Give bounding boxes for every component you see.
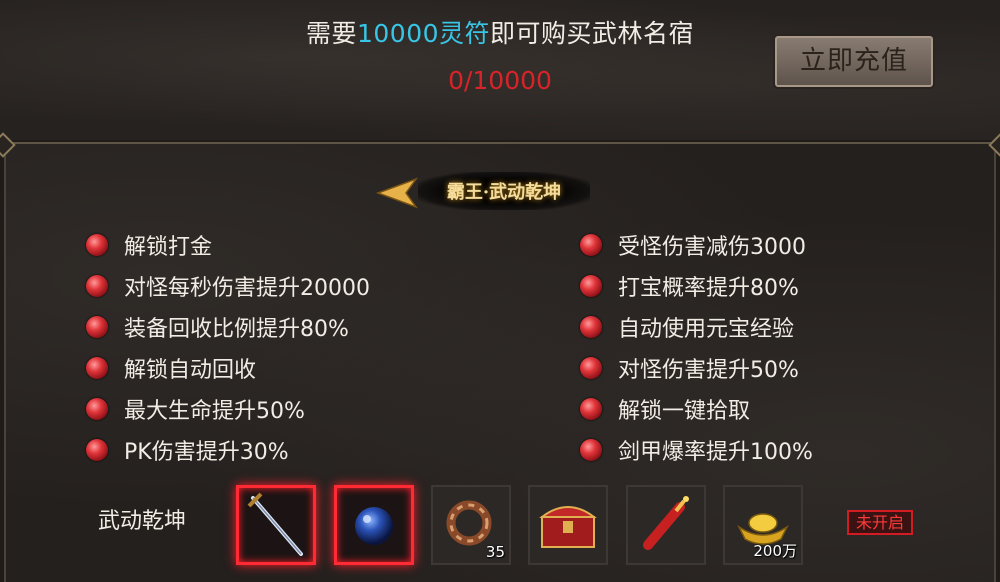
reward-slot-firecracker[interactable] — [626, 485, 706, 565]
benefit-text: PK伤害提升30% — [124, 439, 289, 465]
benefit-item: 对怪伤害提升50% — [580, 347, 813, 388]
benefit-item: 最大生命提升50% — [86, 388, 370, 429]
requirement-prefix: 需要 — [305, 19, 357, 48]
benefit-text: 解锁自动回收 — [124, 357, 257, 383]
requirement-amount: 10000灵符 — [356, 19, 491, 48]
status-badge: 未开启 — [847, 510, 913, 535]
bullet-icon — [580, 356, 602, 379]
reward-slot-sword[interactable] — [236, 485, 316, 565]
benefit-item: 解锁一键拾取 — [580, 388, 813, 429]
reward-slot-ring[interactable]: 35 — [431, 485, 511, 565]
benefit-list-left: 解锁打金 对怪每秒伤害提升20000 装备回收比例提升80% 解锁自动回收 最大… — [86, 224, 370, 470]
item-count: 200万 — [753, 542, 797, 560]
tier-title: 霸王·武动乾坤 — [446, 182, 562, 203]
purchase-header: 需要10000灵符即可购买武林名宿 0/10000 立即充值 — [0, 0, 1000, 140]
benefit-text: 自动使用元宝经验 — [618, 316, 795, 342]
benefit-text: 装备回收比例提升80% — [124, 316, 349, 342]
benefit-item: PK伤害提升30% — [86, 429, 370, 470]
bullet-icon — [580, 397, 602, 420]
bullet-icon — [86, 397, 108, 420]
reward-slot-gold[interactable]: 200万 — [723, 485, 803, 565]
back-arrow-icon[interactable] — [376, 177, 420, 209]
benefit-item: 对怪每秒伤害提升20000 — [86, 265, 370, 306]
reward-slot-orb[interactable] — [334, 485, 414, 565]
bullet-icon — [86, 315, 108, 338]
reward-slot-chest[interactable] — [528, 485, 608, 565]
recharge-button[interactable]: 立即充值 — [773, 34, 935, 89]
benefit-item: 解锁打金 — [86, 224, 370, 265]
benefit-item: 装备回收比例提升80% — [86, 306, 370, 347]
benefit-item: 自动使用元宝经验 — [580, 306, 813, 347]
benefit-item: 受怪伤害减伤3000 — [580, 224, 813, 265]
benefit-text: 解锁一键拾取 — [618, 398, 751, 424]
benefit-text: 剑甲爆率提升100% — [618, 439, 813, 465]
bullet-icon — [580, 315, 602, 338]
bullet-icon — [86, 274, 108, 297]
benefit-text: 解锁打金 — [124, 234, 213, 260]
treasure-chest-icon — [539, 506, 597, 548]
bullet-icon — [86, 438, 108, 461]
bullet-icon — [580, 438, 602, 461]
bullet-icon — [86, 356, 108, 379]
benefit-list-right: 受怪伤害减伤3000 打宝概率提升80% 自动使用元宝经验 对怪伤害提升50% … — [580, 224, 813, 470]
benefit-text: 对怪伤害提升50% — [618, 357, 799, 383]
benefit-item: 剑甲爆率提升100% — [580, 429, 813, 470]
bullet-icon — [86, 233, 108, 256]
benefit-text: 对怪每秒伤害提升20000 — [124, 275, 370, 301]
item-count: 35 — [485, 543, 505, 561]
requirement-suffix: 即可购买武林名宿 — [490, 19, 695, 48]
reward-label: 武动乾坤 — [98, 509, 187, 534]
bullet-icon — [580, 274, 602, 297]
firecracker-icon — [643, 496, 689, 550]
benefit-text: 最大生命提升50% — [124, 398, 305, 424]
benefit-text: 受怪伤害减伤3000 — [618, 234, 806, 260]
bullet-icon — [580, 233, 602, 256]
sword-icon — [247, 492, 303, 556]
blue-orb-icon — [355, 507, 393, 545]
benefit-item: 解锁自动回收 — [86, 347, 370, 388]
benefit-item: 打宝概率提升80% — [580, 265, 813, 306]
benefit-text: 打宝概率提升80% — [618, 275, 799, 301]
